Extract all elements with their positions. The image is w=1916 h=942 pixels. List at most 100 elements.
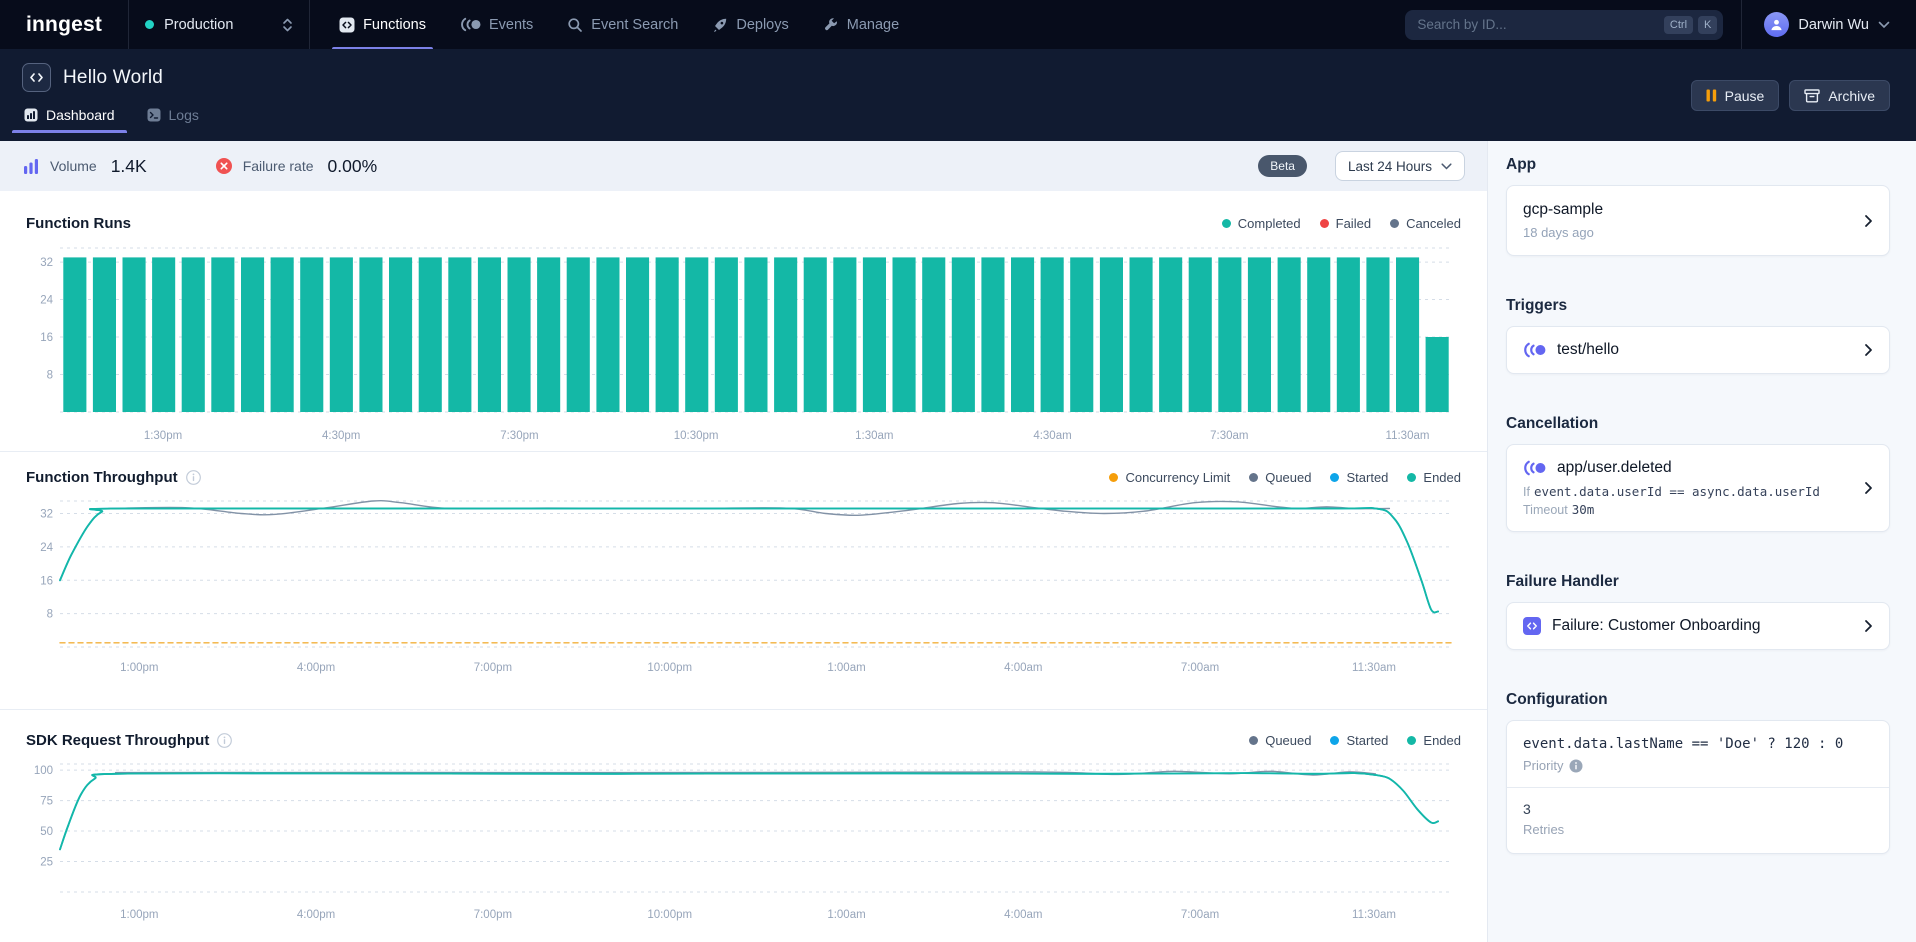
svg-text:7:30pm: 7:30pm [500, 430, 538, 442]
chevron-up-down-icon [282, 17, 293, 33]
dashboard-icon [24, 108, 38, 122]
failure-handler-heading: Failure Handler [1506, 573, 1890, 591]
avatar [1764, 12, 1789, 37]
svg-text:25: 25 [40, 857, 53, 869]
tab-logs[interactable]: Logs [135, 101, 211, 133]
svg-text:7:00pm: 7:00pm [474, 909, 512, 921]
nav-right: Ctrl K Darwin Wu [1405, 0, 1916, 49]
svg-text:7:00am: 7:00am [1181, 909, 1219, 921]
inngest-logo[interactable]: inngest [0, 0, 128, 49]
archive-icon [1804, 89, 1820, 103]
search-box[interactable]: Ctrl K [1405, 10, 1723, 40]
legend-item: Canceled [1390, 216, 1461, 231]
legend-item: Queued [1249, 733, 1311, 748]
legend-dot [1222, 219, 1231, 228]
cancellation-condition: Ifevent.data.userId == async.data.userId [1523, 484, 1849, 499]
legend-dot [1390, 219, 1399, 228]
app-heading: App [1506, 156, 1890, 174]
info-icon[interactable] [1569, 759, 1583, 773]
svg-text:1:00am: 1:00am [827, 909, 865, 921]
failure-handler-name: Failure: Customer Onboarding [1552, 617, 1761, 635]
trigger-card[interactable]: test/hello [1506, 326, 1890, 374]
cancellation-heading: Cancellation [1506, 415, 1890, 433]
event-icon [1523, 460, 1546, 476]
failure-handler-section: Failure Handler Failure: Customer Onboar… [1506, 573, 1890, 650]
svg-text:10:00pm: 10:00pm [647, 909, 692, 921]
trigger-name: test/hello [1557, 341, 1619, 359]
app-card[interactable]: gcp-sample 18 days ago [1506, 185, 1890, 256]
retries-label: Retries [1523, 822, 1564, 837]
info-icon[interactable] [186, 470, 201, 485]
svg-text:7:00am: 7:00am [1181, 662, 1219, 674]
nav-tab-functions[interactable]: Functions [322, 0, 443, 49]
svg-text:11:30am: 11:30am [1352, 662, 1396, 674]
function-throughput-chart: 81624321:00pm4:00pm7:00pm10:00pm1:00am4:… [26, 496, 1462, 676]
time-range-dropdown[interactable]: Last 24 Hours [1335, 151, 1465, 181]
svg-text:8: 8 [47, 370, 53, 382]
volume-stat: Volume 1.4K [22, 156, 147, 177]
svg-text:1:30pm: 1:30pm [144, 430, 182, 442]
triggers-section: Triggers test/hello [1506, 297, 1890, 374]
legend-dot [1407, 473, 1416, 482]
cancellation-card[interactable]: app/user.deleted Ifevent.data.userId == … [1506, 444, 1890, 532]
svg-text:4:00pm: 4:00pm [297, 909, 335, 921]
legend-dot [1330, 736, 1339, 745]
svg-text:16: 16 [40, 575, 53, 587]
legend-dot [1330, 473, 1339, 482]
function-runs-section: Function Runs CompletedFailedCanceled 81… [0, 191, 1487, 452]
cancellation-timeout: Timeout30m [1523, 502, 1849, 517]
sdk-throughput-chart: 2550751001:00pm4:00pm7:00pm10:00pm1:00am… [26, 759, 1462, 923]
event-icon [1523, 342, 1546, 358]
function-header: Hello World Dashboard Logs Pause Archive [0, 49, 1916, 141]
environment-label: Production [164, 17, 233, 33]
retries-value: 3 [1523, 801, 1873, 817]
nav-tab-events[interactable]: Events [443, 0, 550, 49]
sdk-request-throughput-section: SDK Request Throughput QueuedStartedEnde… [0, 710, 1487, 942]
svg-text:7:00pm: 7:00pm [474, 662, 512, 674]
user-menu[interactable]: Darwin Wu [1764, 12, 1890, 37]
environment-switcher[interactable]: Production [128, 0, 310, 49]
app-meta: 18 days ago [1523, 225, 1849, 240]
failure-rate-stat: Failure rate 0.00% [215, 156, 377, 177]
nav-tab-manage[interactable]: Manage [806, 0, 916, 49]
tab-dashboard[interactable]: Dashboard [12, 101, 127, 133]
legend-dot [1249, 736, 1258, 745]
svg-text:4:30pm: 4:30pm [322, 430, 360, 442]
svg-text:32: 32 [40, 257, 53, 269]
priority-expression: event.data.lastName == 'Doe' ? 120 : 0 [1523, 736, 1873, 752]
sdk-throughput-title: SDK Request Throughput [26, 732, 209, 749]
details-sidebar: App gcp-sample 18 days ago Triggers test… [1487, 141, 1916, 942]
configuration-card: event.data.lastName == 'Doe' ? 120 : 0 P… [1506, 720, 1890, 854]
svg-text:1:00am: 1:00am [827, 662, 865, 674]
function-tabs: Dashboard Logs [12, 101, 1916, 133]
beta-badge: Beta [1258, 155, 1307, 177]
legend-item: Ended [1407, 733, 1461, 748]
function-code-icon [1523, 617, 1541, 635]
terminal-icon [147, 108, 161, 122]
pause-button[interactable]: Pause [1691, 80, 1780, 111]
legend-item: Completed [1222, 216, 1301, 231]
function-icon [22, 63, 51, 92]
svg-text:32: 32 [40, 509, 53, 521]
nav-tab-deploys[interactable]: Deploys [695, 0, 805, 49]
svg-text:10:00pm: 10:00pm [647, 662, 692, 674]
archive-button[interactable]: Archive [1789, 80, 1890, 111]
person-icon [1770, 18, 1783, 31]
function-runs-legend: CompletedFailedCanceled [1222, 216, 1461, 231]
svg-text:11:30am: 11:30am [1386, 430, 1430, 442]
legend-dot [1249, 473, 1258, 482]
configuration-heading: Configuration [1506, 691, 1890, 709]
info-icon[interactable] [217, 733, 232, 748]
svg-text:11:30am: 11:30am [1352, 909, 1396, 921]
search-input[interactable] [1417, 17, 1659, 32]
svg-text:10:30pm: 10:30pm [674, 430, 719, 442]
kbd-ctrl: Ctrl [1664, 16, 1693, 34]
cancellation-event-name: app/user.deleted [1557, 459, 1672, 477]
kbd-k: K [1698, 16, 1717, 34]
nav-tab-event-search[interactable]: Event Search [550, 0, 695, 49]
failure-handler-card[interactable]: Failure: Customer Onboarding [1506, 602, 1890, 650]
chevron-down-icon [1878, 21, 1890, 29]
svg-text:1:30am: 1:30am [855, 430, 893, 442]
svg-text:75: 75 [40, 796, 53, 808]
app-section: App gcp-sample 18 days ago [1506, 156, 1890, 256]
